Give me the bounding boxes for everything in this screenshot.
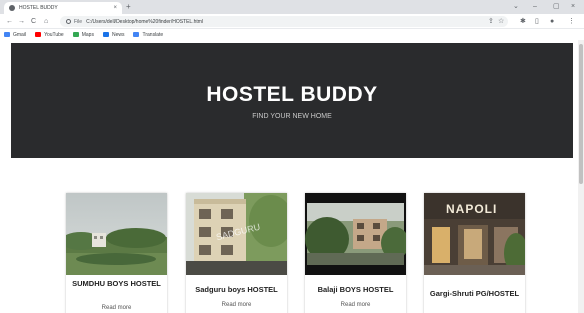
address-scheme-label: File <box>74 18 83 25</box>
tab-strip: HOSTEL BUDDY × + ⌄ – ▢ × <box>0 0 584 14</box>
bookmark-label: Gmail <box>13 31 27 38</box>
bookmark-star-icon[interactable]: ☆ <box>498 16 504 27</box>
translate-icon <box>133 32 140 37</box>
read-more-link[interactable]: Read more <box>66 305 167 311</box>
hostel-card-gargi-shruti[interactable]: NAPOLI Gargi-Shruti PG/HOSTEL <box>424 193 525 313</box>
hostel-photo-svg <box>305 193 406 275</box>
hostel-photo-svg <box>66 193 167 275</box>
hostel-photo <box>66 193 167 275</box>
hero-banner: HOSTEL BUDDY FIND YOUR NEW HOME <box>11 43 573 158</box>
scrollbar-thumb[interactable] <box>579 44 583 184</box>
bookmark-maps[interactable]: Maps <box>72 31 94 38</box>
bookmark-label: Maps <box>81 31 94 38</box>
browser-tab[interactable]: HOSTEL BUDDY × <box>4 2 122 14</box>
youtube-icon <box>35 32 42 37</box>
napoli-sign-text: NAPOLI <box>446 202 497 216</box>
tab-close-icon[interactable]: × <box>113 5 117 11</box>
new-tab-icon[interactable]: + <box>126 2 131 12</box>
page-scrollbar[interactable] <box>578 40 584 313</box>
hostel-card-sadguru[interactable]: SADGURU Sadguru boys HOSTEL Read more <box>186 193 287 313</box>
bookmark-news[interactable]: News <box>102 31 125 38</box>
hostel-photo-svg: NAPOLI <box>424 193 525 275</box>
hostel-photo: NAPOLI <box>424 193 525 275</box>
bookmark-label: News <box>111 31 125 38</box>
share-icon[interactable]: ⇪ <box>488 16 494 27</box>
maps-icon <box>72 32 79 37</box>
bookmark-youtube[interactable]: YouTube <box>35 32 64 38</box>
bookmark-gmail[interactable]: Gmail <box>4 32 26 38</box>
page-viewport: HOSTEL BUDDY FIND YOUR NEW HOME SUMDHU B… <box>0 40 584 313</box>
hostel-photo-svg: SADGURU <box>186 193 287 275</box>
side-panel-icon[interactable]: ▯ <box>535 16 539 27</box>
tab-favicon-icon <box>9 5 15 11</box>
bookmark-translate[interactable]: Translate <box>133 32 163 38</box>
forward-icon[interactable]: → <box>18 16 25 27</box>
hostel-card-title: Sadguru boys HOSTEL <box>195 285 278 294</box>
extensions-icon[interactable]: ✱ <box>520 16 526 27</box>
read-more-link[interactable]: Read more <box>305 302 406 308</box>
reload-icon[interactable]: C <box>31 16 36 27</box>
bookmark-label: YouTube <box>44 31 64 38</box>
bookmarks-bar: Gmail YouTube Maps News Translate <box>0 29 584 40</box>
hostel-photo <box>305 193 406 275</box>
home-icon[interactable]: ⌂ <box>44 16 48 27</box>
tab-title: HOSTEL BUDDY <box>19 5 58 11</box>
hostel-card-title: Balaji BOYS HOSTEL <box>317 285 394 294</box>
menu-icon[interactable]: ⋮ <box>568 16 575 27</box>
hostel-card-title: Gargi-Shruti PG/HOSTEL <box>429 289 520 298</box>
tab-search-icon[interactable]: ⌄ <box>513 1 519 12</box>
maximize-icon[interactable]: ▢ <box>553 1 560 12</box>
read-more-link[interactable]: Read more <box>186 302 287 308</box>
hostel-photo: SADGURU <box>186 193 287 275</box>
hostel-card-title: SUMDHU BOYS HOSTEL <box>72 279 161 288</box>
hero-title: HOSTEL BUDDY <box>206 83 378 106</box>
minimize-icon[interactable]: – <box>533 1 537 12</box>
hostel-card-balaji[interactable]: Balaji BOYS HOSTEL Read more <box>305 193 406 313</box>
hostel-card-sumdhu[interactable]: SUMDHU BOYS HOSTEL Read more <box>66 193 167 313</box>
address-url[interactable]: C:/Users/dell/Desktop/home%20finder/HOST… <box>86 19 203 25</box>
hero-subtitle: FIND YOUR NEW HOME <box>252 113 332 120</box>
browser-toolbar: ← → C ⌂ File C:/Users/dell/Desktop/home%… <box>0 14 584 29</box>
site-info-icon[interactable] <box>66 19 71 24</box>
news-icon <box>102 32 109 37</box>
close-window-icon[interactable]: × <box>571 1 575 12</box>
gmail-icon <box>4 32 10 37</box>
back-icon[interactable]: ← <box>6 16 13 27</box>
bookmark-label: Translate <box>142 31 164 38</box>
address-bar[interactable]: File C:/Users/dell/Desktop/home%20finder… <box>60 16 508 27</box>
profile-icon[interactable]: ● <box>550 16 554 27</box>
